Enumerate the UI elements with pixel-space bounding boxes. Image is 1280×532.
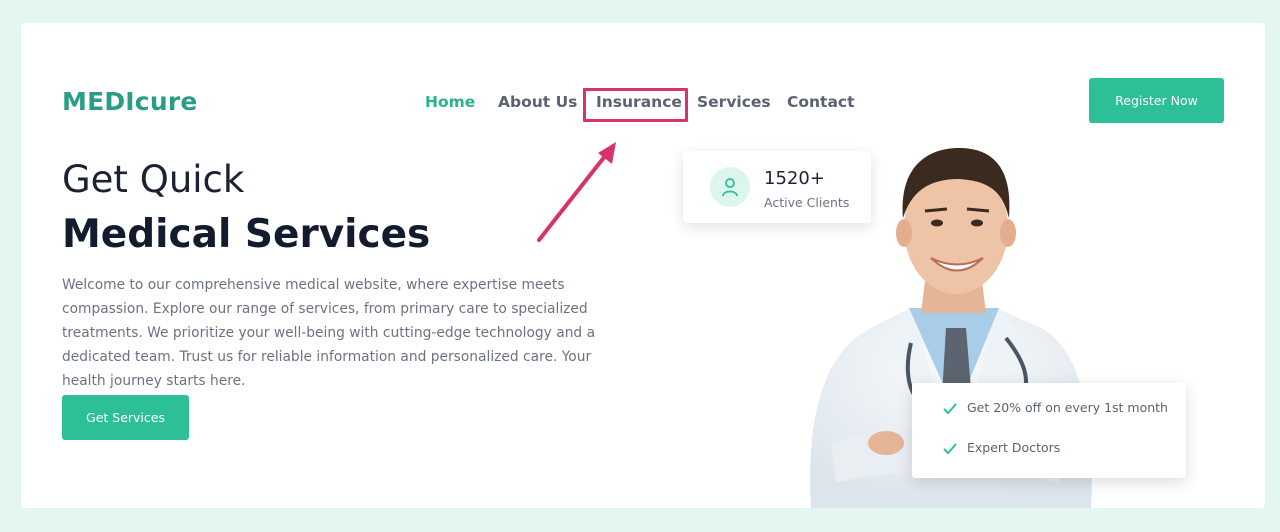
active-clients-card: 1520+ Active Clients [683, 151, 871, 223]
active-clients-label: Active Clients [764, 195, 850, 210]
hero-title-line1: Get Quick [62, 158, 245, 201]
nav-about-us[interactable]: About Us [498, 93, 577, 111]
hero-description: Welcome to our comprehensive medical web… [62, 277, 596, 389]
active-clients-value: 1520+ [764, 168, 825, 189]
annotation-arrow-icon [537, 142, 616, 242]
check-icon [943, 403, 957, 415]
feature-text-doctors: Expert Doctors [967, 440, 1061, 455]
nav-contact[interactable]: Contact [787, 93, 855, 111]
nav-services[interactable]: Services [697, 93, 771, 111]
brand-logo[interactable]: MEDIcure [62, 87, 198, 116]
get-services-button[interactable]: Get Services [62, 395, 189, 440]
insurance-highlight-box [583, 88, 688, 122]
register-now-button[interactable]: Register Now [1089, 78, 1224, 123]
feature-text-discount: Get 20% off on every 1st month [967, 400, 1168, 415]
hero-card: MEDIcure Home About Us Insurance Service… [21, 23, 1265, 508]
nav-home[interactable]: Home [425, 93, 475, 111]
user-icon [710, 167, 750, 207]
features-card: Get 20% off on every 1st month Expert Do… [912, 383, 1186, 478]
hero-title-line2: Medical Services [62, 212, 431, 257]
check-icon [943, 443, 957, 455]
